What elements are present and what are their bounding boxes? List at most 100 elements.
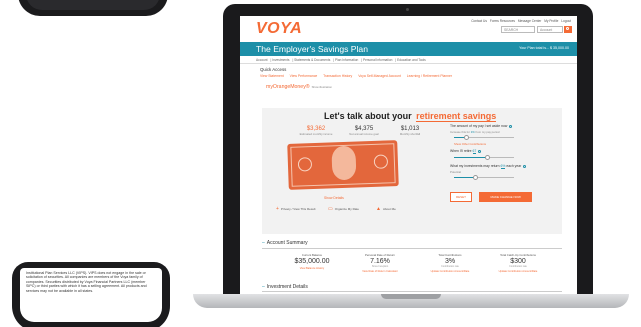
summary-contributions: Total Contributions 3% Contribution rate… bbox=[420, 253, 480, 273]
plan-title: The Employer's Savings Plan bbox=[256, 44, 368, 54]
retirement-panel: Let's talk about your retirement savings… bbox=[262, 108, 562, 234]
search-icon bbox=[566, 27, 569, 30]
summary-action-link[interactable]: Update Contribution Amount/Rate bbox=[420, 270, 480, 273]
search-button[interactable] bbox=[564, 26, 572, 33]
account-summary-title[interactable]: – Account Summary bbox=[262, 240, 562, 249]
summary-action-link[interactable]: Update Contribution Amount/Rate bbox=[488, 270, 548, 273]
top-link-messages[interactable]: Message Center bbox=[518, 19, 541, 23]
privacy-item[interactable]: + Privacy / View This Result bbox=[276, 206, 316, 212]
search-scope-select[interactable]: Account bbox=[537, 26, 563, 33]
return-label: What my investments may return 6% each y… bbox=[450, 164, 560, 169]
contribution-slider[interactable] bbox=[454, 135, 514, 141]
top-link-contact[interactable]: Contact Us bbox=[471, 19, 487, 23]
summary-action-link[interactable]: View Balance History bbox=[282, 267, 342, 270]
quick-link-history[interactable]: Transaction History bbox=[323, 74, 352, 78]
site-header: VOYA Contact Us Forms Resources Message … bbox=[240, 16, 577, 42]
plus-icon: + bbox=[276, 206, 279, 212]
utility-links: Contact Us Forms Resources Message Cente… bbox=[469, 19, 571, 23]
plan-total: Your Plan total is... $ 35,000.00 bbox=[519, 46, 569, 50]
nav-item-account[interactable]: Account bbox=[256, 58, 268, 62]
return-value[interactable]: 6% bbox=[500, 164, 506, 169]
quick-link-planner[interactable]: Learning / Retirement Planner bbox=[407, 74, 452, 78]
return-sub: Potential bbox=[450, 170, 461, 174]
collapse-icon: – bbox=[262, 284, 265, 290]
retire-age-slider[interactable] bbox=[454, 155, 514, 161]
panel-heading-prefix: Let's talk about your bbox=[324, 111, 412, 121]
person-icon: ▲ bbox=[376, 206, 381, 212]
slider-knob[interactable] bbox=[472, 175, 478, 180]
bill-portrait bbox=[331, 145, 357, 181]
camera-icon bbox=[406, 8, 409, 11]
stat-label: Net annual income goal bbox=[349, 132, 379, 136]
contribution-value[interactable]: 3% bbox=[471, 130, 475, 134]
panel-icon-row: + Privacy / View This Result ▭ Organize My… bbox=[276, 206, 416, 220]
quick-link-sma[interactable]: Voya Self-Managed Account bbox=[358, 74, 401, 78]
other-contributions-link[interactable]: Show Other Contributions bbox=[454, 142, 560, 146]
retire-age-value[interactable]: 67 bbox=[472, 149, 477, 154]
stat-label: Monthly shortfall bbox=[399, 132, 421, 136]
nav-item-statements[interactable]: Statements & Documents bbox=[294, 58, 330, 62]
about-me-item[interactable]: ▲ About Me bbox=[376, 206, 416, 212]
account-summary: – Account Summary Current Balance $35,000… bbox=[262, 240, 562, 275]
savings-controls: The amount of my pay I set aside now Inc… bbox=[450, 124, 560, 203]
quick-link-statement[interactable]: View Statement bbox=[260, 74, 284, 78]
browser-screen: VOYA Contact Us Forms Resources Message … bbox=[240, 16, 577, 294]
top-link-profile[interactable]: My Profile bbox=[544, 19, 558, 23]
collapse-icon: – bbox=[262, 240, 265, 246]
summary-catchup: Total Catch-Up Contributions $300 Contri… bbox=[488, 253, 548, 273]
phone-bottom-frame: Institutional Plan Services LLC (VIPS). … bbox=[12, 262, 170, 327]
top-link-logout[interactable]: Logout bbox=[561, 19, 571, 23]
panel-heading: Let's talk about your retirement savings bbox=[324, 111, 497, 122]
orange-money-title: myOrangeMoney® bbox=[266, 84, 310, 90]
nav-item-education[interactable]: Education and Tools bbox=[397, 58, 426, 62]
summary-return: Personal Rate of Return 7.16% Since Ince… bbox=[350, 253, 410, 273]
return-slider[interactable] bbox=[454, 175, 514, 181]
phone-top-screen bbox=[26, 0, 160, 10]
contribution-line: Increase this for 3% from my pay period bbox=[450, 130, 500, 134]
slider-knob[interactable] bbox=[463, 135, 469, 140]
laptop-base bbox=[193, 294, 629, 308]
contribution-label: The amount of my pay I set aside now bbox=[450, 124, 560, 128]
main-nav: Account | Investments | Statements & Docum… bbox=[240, 56, 577, 64]
help-icon[interactable] bbox=[478, 149, 482, 153]
goal-select[interactable]: retirement savings bbox=[416, 111, 497, 122]
organize-label: Organize My Rate bbox=[334, 206, 359, 211]
make-change-button[interactable]: MAKE CHANGE NOW bbox=[479, 192, 532, 202]
summary-balance: Current Balance $35,000.00 View Balance … bbox=[282, 253, 342, 270]
stat-label: Estimated monthly income bbox=[299, 132, 333, 136]
marketing-scene: Institutional Plan Services LLC (VIPS). … bbox=[0, 0, 641, 327]
help-icon[interactable] bbox=[509, 124, 513, 128]
privacy-label: Privacy / View This Result bbox=[280, 206, 316, 211]
investment-details-title[interactable]: – Investment Details bbox=[262, 284, 562, 292]
stat-shortfall: $1,013 Monthly shortfall bbox=[390, 126, 430, 136]
quick-link-performance[interactable]: View Performance bbox=[290, 74, 318, 78]
voya-logo[interactable]: VOYA bbox=[256, 20, 302, 38]
slider-knob[interactable] bbox=[484, 155, 490, 160]
show-details-link[interactable]: Show Details bbox=[324, 196, 344, 200]
reset-button[interactable]: RESET bbox=[450, 192, 473, 202]
orange-money-bill-image bbox=[287, 140, 399, 190]
nav-item-plan-info[interactable]: Plan Information bbox=[335, 58, 358, 62]
retire-label: When I'll retire 67 bbox=[450, 149, 560, 154]
account-summary-row: Current Balance $35,000.00 View Balance … bbox=[262, 249, 562, 275]
orange-money-heading: myOrangeMoney® Show illustration bbox=[240, 78, 577, 90]
orange-money-note[interactable]: Show illustration bbox=[312, 85, 332, 89]
stat-income-goal: $4,375 Net annual income goal bbox=[344, 126, 384, 136]
phone-screen: Institutional Plan Services LLC (VIPS). … bbox=[20, 268, 162, 322]
top-link-forms[interactable]: Forms Resources bbox=[490, 19, 515, 23]
search-input[interactable]: SEARCH bbox=[501, 26, 535, 33]
nav-item-personal-info[interactable]: Personal Information bbox=[363, 58, 392, 62]
phone-top-frame bbox=[18, 0, 168, 16]
organize-item[interactable]: ▭ Organize My Rate bbox=[328, 206, 368, 212]
help-icon[interactable] bbox=[523, 164, 527, 168]
phone-disclaimer-text: Institutional Plan Services LLC (VIPS). … bbox=[26, 271, 147, 293]
panel-buttons: RESET MAKE CHANGE NOW bbox=[450, 185, 560, 203]
stat-monthly-income: $3,362 Estimated monthly income bbox=[296, 126, 336, 136]
quick-access-title: Quick Access bbox=[260, 67, 287, 72]
laptop-notch bbox=[381, 294, 441, 299]
card-icon: ▭ bbox=[328, 206, 333, 212]
nav-item-investments[interactable]: Investments bbox=[272, 58, 289, 62]
quick-access: Quick Access View Statement View Perform… bbox=[240, 64, 577, 78]
summary-action-link[interactable]: View Rate of Return Calculator bbox=[350, 270, 410, 273]
plan-banner: The Employer's Savings Plan Your Plan to… bbox=[240, 42, 577, 56]
